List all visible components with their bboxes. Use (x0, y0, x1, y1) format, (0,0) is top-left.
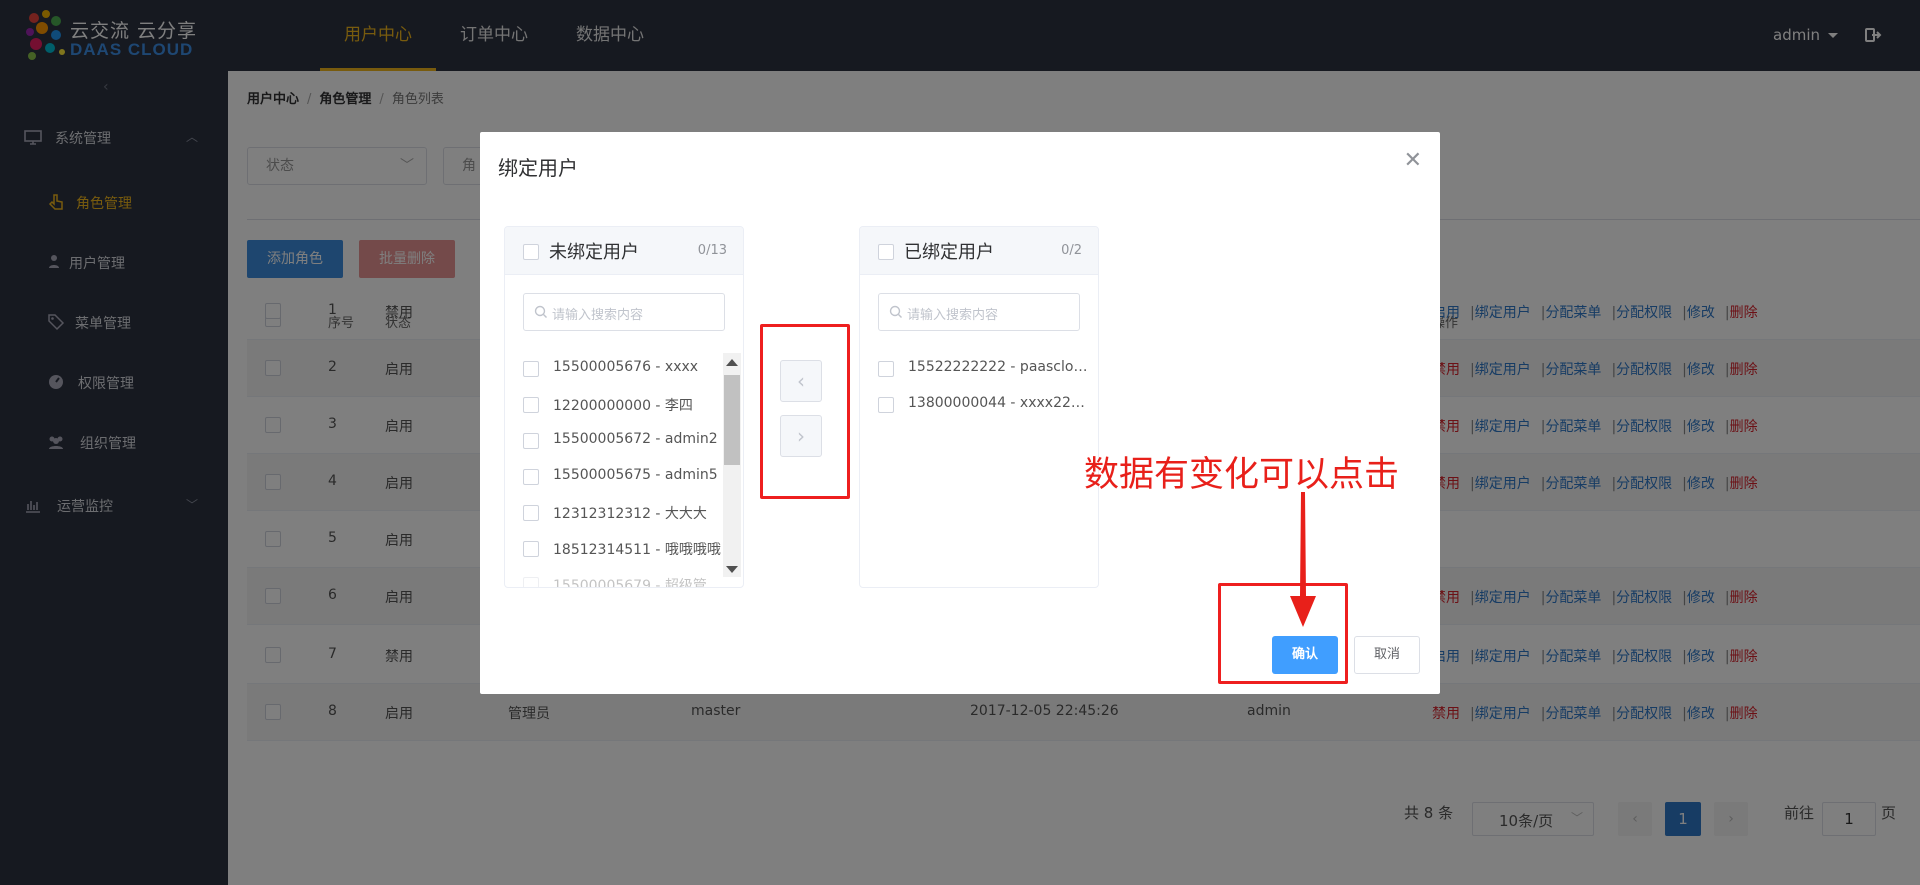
unbound-user-item[interactable]: 18512314511 - 哦哦哦哦 (523, 539, 723, 561)
item-checkbox[interactable] (523, 505, 539, 521)
search-icon (889, 305, 902, 318)
bound-user-item[interactable]: 15522222222 - paascloud-… (878, 359, 1090, 381)
item-checkbox[interactable] (523, 577, 539, 587)
bound-users-panel: 已绑定用户 0/2 请输入搜索内容 15522222222 - paasclou… (859, 226, 1099, 588)
unbound-user-item[interactable]: 15500005672 - admin2 (523, 431, 723, 453)
item-label: 15500005675 - admin5 (553, 467, 718, 483)
item-label: 12200000000 - 李四 (553, 398, 693, 414)
panel-header: 未绑定用户 0/13 (505, 227, 743, 275)
scroll-thumb[interactable] (724, 375, 740, 465)
search-icon (534, 305, 547, 318)
dialog-title: 绑定用户 (498, 156, 578, 180)
item-checkbox[interactable] (523, 361, 539, 377)
scroll-up-icon[interactable] (726, 359, 738, 366)
item-checkbox[interactable] (523, 433, 539, 449)
search-placeholder: 请输入搜索内容 (907, 308, 999, 323)
panel-count: 0/2 (1061, 243, 1082, 258)
item-checkbox[interactable] (878, 397, 894, 413)
item-checkbox[interactable] (878, 361, 894, 377)
unbound-user-item[interactable]: 15500005679 - 超级管 (523, 575, 723, 588)
close-icon[interactable]: ✕ (1404, 148, 1422, 173)
annotation-text: 数据有变化可以点击 (1084, 455, 1400, 495)
list-scrollbar[interactable] (723, 353, 741, 577)
bound-search-input[interactable]: 请输入搜索内容 (878, 293, 1080, 331)
panel-title: 未绑定用户 (549, 242, 639, 263)
select-all-bound-checkbox[interactable] (878, 244, 894, 260)
item-label: 15500005672 - admin2 (553, 431, 718, 447)
unbound-user-item[interactable]: 15500005675 - admin5 (523, 467, 723, 489)
transfer-buttons-highlight (760, 324, 850, 499)
panel-title: 已绑定用户 (904, 242, 994, 263)
panel-header: 已绑定用户 0/2 (860, 227, 1098, 275)
confirm-button-highlight (1218, 583, 1348, 684)
item-label: 15500005676 - xxxx (553, 359, 699, 375)
item-label: 15522222222 - paascloud-… (908, 359, 1090, 375)
item-label: 15500005679 - 超级管 (553, 578, 707, 588)
search-placeholder: 请输入搜索内容 (552, 308, 644, 323)
unbound-search-input[interactable]: 请输入搜索内容 (523, 293, 725, 331)
scroll-down-icon[interactable] (726, 566, 738, 573)
item-checkbox[interactable] (523, 469, 539, 485)
unbound-user-item[interactable]: 12312312312 - 大大大 (523, 503, 723, 525)
unbound-user-item[interactable]: 12200000000 - 李四 (523, 395, 723, 417)
item-label: 13800000044 - xxxx222222 (908, 395, 1090, 411)
item-label: 18512314511 - 哦哦哦哦 (553, 542, 721, 558)
cancel-button[interactable]: 取消 (1354, 636, 1420, 674)
bound-user-item[interactable]: 13800000044 - xxxx222222 (878, 395, 1090, 417)
panel-count: 0/13 (697, 243, 727, 258)
item-label: 12312312312 - 大大大 (553, 506, 707, 522)
unbound-users-panel: 未绑定用户 0/13 请输入搜索内容 15500005676 - xxxx 122… (504, 226, 744, 588)
select-all-unbound-checkbox[interactable] (523, 244, 539, 260)
item-checkbox[interactable] (523, 541, 539, 557)
unbound-user-item[interactable]: 15500005676 - xxxx (523, 359, 723, 381)
arrow-down-icon (1290, 492, 1316, 627)
item-checkbox[interactable] (523, 397, 539, 413)
